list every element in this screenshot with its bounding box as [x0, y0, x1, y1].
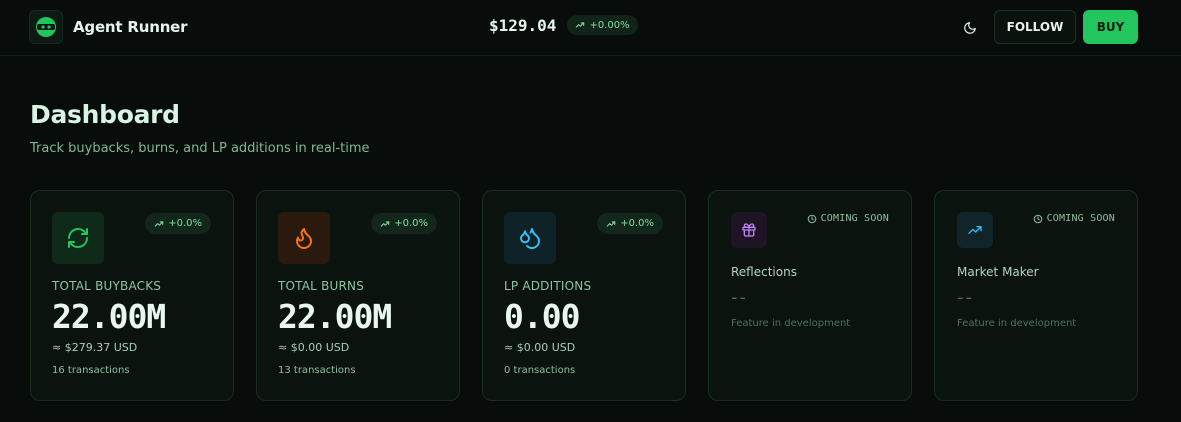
price-value: $129.04: [489, 15, 557, 35]
stat-label: TOTAL BURNS: [278, 279, 365, 293]
feature-value: --: [731, 287, 748, 308]
price-change-badge: +0.00%: [567, 15, 638, 35]
trend-value: +0.0%: [620, 218, 654, 229]
stat-label: TOTAL BUYBACKS: [52, 279, 162, 293]
stat-usd-value: ≈ $0.00 USD: [278, 341, 350, 354]
feature-value: --: [957, 287, 974, 308]
moon-icon: [964, 22, 976, 34]
brand[interactable]: Agent Runner: [29, 10, 188, 44]
stat-transactions: 16 transactions: [52, 365, 130, 376]
trending-up-icon: [957, 212, 993, 248]
ninja-logo-icon: [29, 10, 63, 44]
page-subtitle: Track buybacks, burns, and LP additions …: [30, 141, 370, 156]
price-change-value: +0.00%: [589, 19, 630, 31]
page-title: Dashboard: [30, 100, 180, 129]
trend-value: +0.0%: [168, 218, 202, 229]
stat-value: 22.00M: [278, 297, 392, 336]
stat-transactions: 13 transactions: [278, 365, 356, 376]
trending-up-icon: [606, 220, 616, 227]
trending-up-icon: [576, 22, 585, 28]
stat-card-buybacks: +0.0% TOTAL BUYBACKS 22.00M ≈ $279.37 US…: [30, 190, 234, 401]
stat-usd-value: ≈ $279.37 USD: [52, 341, 138, 354]
feature-note: Feature in development: [957, 318, 1077, 329]
stat-value: 22.00M: [52, 297, 166, 336]
top-nav: Agent Runner $129.04 +0.00% FOLLOW BUY: [0, 0, 1181, 56]
feature-card-reflections: COMING SOON Reflections -- Feature in de…: [708, 190, 912, 401]
trending-up-icon: [380, 220, 390, 227]
feature-note: Feature in development: [731, 318, 851, 329]
coming-soon-badge: COMING SOON: [1033, 213, 1115, 224]
stat-label: LP ADDITIONS: [504, 279, 592, 293]
feature-label: Market Maker: [957, 265, 1039, 279]
feature-label: Reflections: [731, 265, 797, 279]
refresh-icon: [52, 212, 104, 264]
stat-card-lp-additions: +0.0% LP ADDITIONS 0.00 ≈ $0.00 USD 0 tr…: [482, 190, 686, 401]
flame-icon: [278, 212, 330, 264]
stat-value: 0.00: [504, 297, 580, 336]
trend-badge: +0.0%: [371, 213, 437, 234]
app-name: Agent Runner: [73, 18, 188, 36]
buy-button[interactable]: BUY: [1083, 10, 1138, 44]
trend-badge: +0.0%: [597, 213, 663, 234]
theme-toggle-button[interactable]: [960, 18, 980, 38]
coming-soon-label: COMING SOON: [1046, 213, 1115, 224]
trending-up-icon: [154, 220, 164, 227]
stat-card-burns: +0.0% TOTAL BURNS 22.00M ≈ $0.00 USD 13 …: [256, 190, 460, 401]
gift-icon: [731, 212, 767, 248]
coming-soon-label: COMING SOON: [820, 213, 889, 224]
follow-button[interactable]: FOLLOW: [994, 10, 1076, 44]
feature-card-market-maker: COMING SOON Market Maker -- Feature in d…: [934, 190, 1138, 401]
trend-badge: +0.0%: [145, 213, 211, 234]
token-price: $129.04 +0.00%: [489, 15, 638, 35]
clock-icon: [1033, 214, 1042, 223]
droplets-icon: [504, 212, 556, 264]
stat-usd-value: ≈ $0.00 USD: [504, 341, 576, 354]
clock-icon: [807, 214, 816, 223]
trend-value: +0.0%: [394, 218, 428, 229]
stat-transactions: 0 transactions: [504, 365, 576, 376]
coming-soon-badge: COMING SOON: [807, 213, 889, 224]
